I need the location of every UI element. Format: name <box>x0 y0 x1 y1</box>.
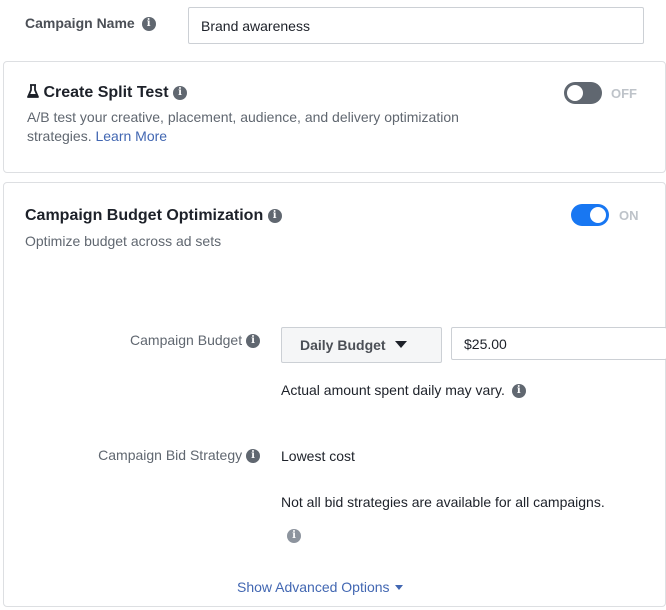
split-test-toggle[interactable] <box>564 82 602 104</box>
split-test-header: Create Split Test i <box>27 84 187 102</box>
toggle-knob <box>590 207 606 223</box>
budget-type-value: Daily Budget <box>300 337 386 353</box>
campaign-budget-label-text: Campaign Budget <box>130 332 243 348</box>
budget-optimization-subtitle: Optimize budget across ad sets <box>25 233 222 249</box>
info-icon[interactable]: i <box>246 449 260 464</box>
info-icon[interactable]: i <box>267 208 282 223</box>
split-test-description-line2: strategies. <box>27 128 92 144</box>
show-advanced-options-link[interactable]: Show Advanced Options <box>237 579 404 595</box>
budget-note-text: Actual amount spent daily may vary. <box>281 382 505 398</box>
split-test-title: Create Split Test <box>43 84 169 101</box>
budget-note: Actual amount spent daily may vary. i <box>281 382 526 399</box>
split-test-description: A/B test your creative, placement, audie… <box>27 108 547 146</box>
budget-optimization-toggle[interactable] <box>571 204 609 226</box>
budget-amount-input[interactable] <box>451 327 666 360</box>
campaign-name-label: Campaign Name i <box>25 15 156 32</box>
caret-down-icon <box>395 585 404 590</box>
info-icon[interactable]: i <box>141 17 156 32</box>
info-icon[interactable]: i <box>172 85 187 100</box>
split-test-toggle-label: OFF <box>611 86 637 101</box>
campaign-budget-label: Campaign Budget i <box>60 332 260 349</box>
flask-icon <box>27 84 39 98</box>
budget-optimization-title: Campaign Budget Optimization <box>25 207 264 224</box>
campaign-name-input[interactable] <box>188 7 644 44</box>
learn-more-link[interactable]: Learn More <box>95 128 167 144</box>
budget-optimization-toggle-label: ON <box>619 208 639 223</box>
campaign-name-label-text: Campaign Name <box>25 15 135 31</box>
budget-type-dropdown[interactable]: Daily Budget <box>281 327 442 363</box>
info-icon[interactable]: i <box>287 529 301 543</box>
bid-strategy-label: Campaign Bid Strategy i <box>30 447 260 464</box>
toggle-knob <box>567 85 583 101</box>
info-icon[interactable]: i <box>511 384 526 399</box>
split-test-description-line1: A/B test your creative, placement, audie… <box>27 109 459 125</box>
budget-optimization-header: Campaign Budget Optimization i <box>25 207 282 225</box>
info-icon[interactable]: i <box>246 334 260 349</box>
bid-strategy-value: Lowest cost <box>281 448 355 464</box>
bid-strategy-note: Not all bid strategies are available for… <box>281 494 605 510</box>
bid-strategy-label-text: Campaign Bid Strategy <box>98 447 243 463</box>
split-test-card: Create Split Test i A/B test your creati… <box>3 61 666 173</box>
show-advanced-options-text: Show Advanced Options <box>237 579 390 595</box>
caret-down-icon <box>394 341 407 348</box>
